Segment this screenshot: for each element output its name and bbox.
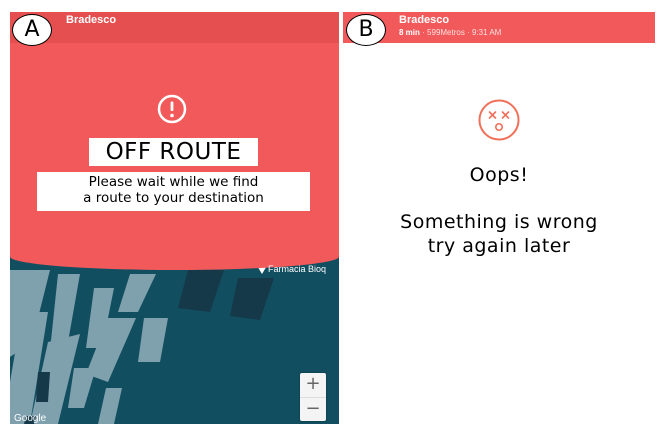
panel-off-route: Farmacia Bioq Bradesco OFF ROUTE Please … [10, 12, 339, 424]
error-message: Something is wrong try again later [343, 210, 655, 258]
error-message-line1: Something is wrong [400, 211, 598, 233]
app-title: Bradesco [399, 14, 450, 26]
trip-header: Bradesco 8 min · 599Metros · 9:31 AM [343, 12, 655, 43]
trip-summary: 8 min · 599Metros · 9:31 AM [399, 28, 501, 37]
zoom-in-button[interactable]: + [300, 373, 326, 398]
app-title: Bradesco [66, 14, 117, 26]
rerouting-message-line1: Please wait while we find [88, 174, 259, 190]
trip-eta: 8 min [399, 28, 420, 37]
off-route-heading: OFF ROUTE [89, 138, 258, 166]
rerouting-message-line2: a route to your destination [83, 190, 264, 206]
separator: · [422, 28, 425, 37]
rerouting-message: Please wait while we find a route to you… [37, 172, 310, 211]
zoom-out-button[interactable]: − [300, 398, 326, 422]
oops-heading: Oops! [469, 164, 529, 186]
google-attribution: Google [14, 413, 47, 424]
panel-label-b: B [346, 14, 386, 46]
panel-label-a: A [12, 14, 52, 46]
error-message-line2: try again later [427, 235, 571, 257]
map-poi-label[interactable]: Farmacia Bioq [268, 264, 326, 274]
app-header: Bradesco [10, 12, 339, 43]
dizzy-face-icon [478, 99, 520, 141]
separator: · [467, 28, 470, 37]
alert-circle-icon [157, 94, 187, 124]
off-route-banner: Bradesco OFF ROUTE Please wait while we … [10, 12, 339, 270]
trip-distance: 599Metros [427, 28, 465, 37]
trip-time: 9:31 AM [471, 28, 502, 37]
zoom-controls: + − [300, 373, 326, 421]
panel-error: Bradesco 8 min · 599Metros · 9:31 AM Oop… [343, 12, 655, 424]
